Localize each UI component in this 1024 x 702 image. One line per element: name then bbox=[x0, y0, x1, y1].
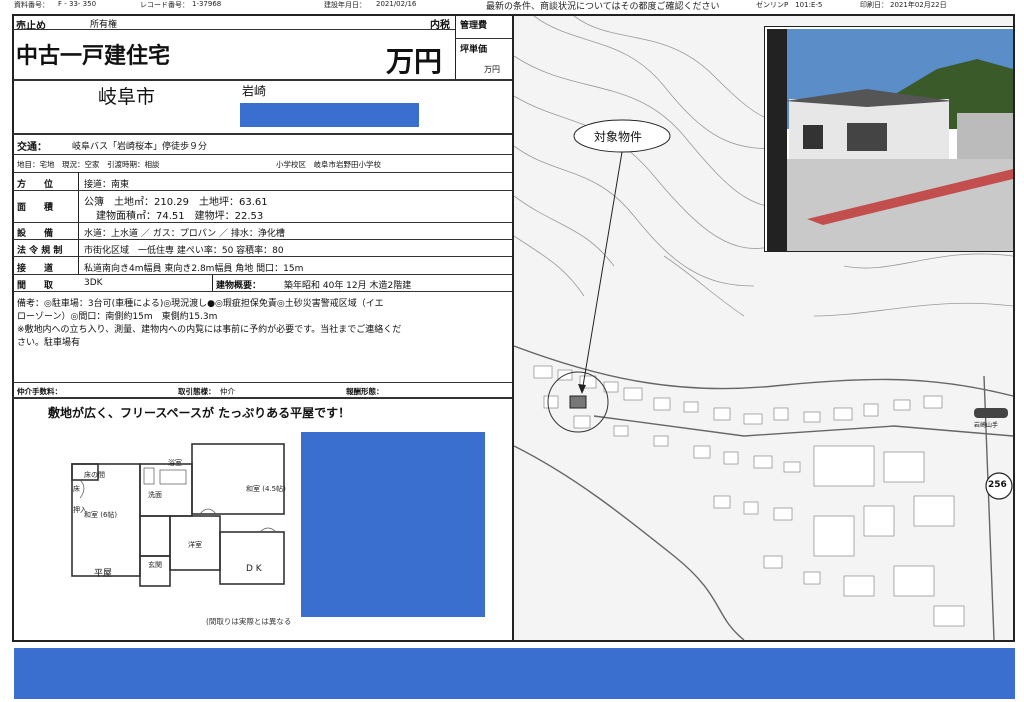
school-district: 小学校区 岐阜市岩野田小学校 bbox=[276, 160, 381, 169]
layout-label: 間 取 bbox=[17, 281, 54, 291]
fee-column-divider bbox=[455, 14, 456, 80]
record-number: 1-37968 bbox=[192, 0, 222, 8]
room-label-washroom: 洗面 bbox=[148, 491, 162, 499]
price-unit: 万円 bbox=[386, 45, 443, 78]
room-label-toko: 床 bbox=[73, 485, 80, 493]
rule bbox=[13, 172, 512, 173]
rule bbox=[13, 133, 512, 135]
room-label-oshiire: 押入 bbox=[73, 506, 87, 514]
notice-text: 最新の条件、商談状況についてはその都度ご確認ください bbox=[486, 2, 720, 12]
doc-number-label: 資料番号： bbox=[14, 1, 49, 9]
room-label-bath: 浴室 bbox=[168, 459, 182, 467]
rule bbox=[212, 275, 213, 291]
road-label: 接 道 bbox=[17, 264, 54, 274]
redaction-photo-block bbox=[301, 432, 485, 617]
area-line-1: 公簿 土地㎡：210.29 土地坪：63.61 bbox=[84, 197, 268, 208]
rule bbox=[13, 79, 512, 81]
rule bbox=[13, 382, 512, 383]
rule bbox=[455, 38, 512, 39]
map-route-number: 256 bbox=[988, 480, 1007, 490]
label-column-divider bbox=[78, 172, 79, 275]
record-number-label: レコード番号： bbox=[140, 1, 189, 9]
mgmt-fee-label: 管理費 bbox=[460, 21, 488, 31]
remarks-line-3: ※敷地内への立ち入り、測量、建物内への内覧には事前に予約が必要です。当社までご連… bbox=[17, 325, 402, 335]
direction-value: 接道：南東 bbox=[84, 180, 130, 190]
road-value: 私道南向き4m幅員 東向き2.8m幅員 角地 間口：15m bbox=[84, 264, 304, 274]
reward-label: 報酬形態： bbox=[346, 387, 384, 396]
rule bbox=[13, 291, 512, 292]
registered-date: 2021/02/16 bbox=[376, 0, 417, 8]
property-photo bbox=[767, 29, 1013, 251]
floorplan-caption: 平屋 bbox=[94, 569, 113, 579]
area-label: 面 積 bbox=[17, 203, 54, 213]
zenrin-ref: ゼンリンP 101:E-5 bbox=[756, 1, 823, 9]
floorplan-note: (間取りは実際とは異なる bbox=[206, 617, 292, 626]
facility-value: 水道：上水道 ／ ガス：プロパン ／ 排水：浄化槽 bbox=[84, 229, 285, 239]
area-line-2: 建物面積㎡：74.51 建物坪：22.53 bbox=[96, 211, 264, 222]
remarks-line-1: 備考：◎駐車場：3台可(車種による)◎現況渡し●◎瑕疵担保免責◎土砂災害警戒区域… bbox=[17, 299, 384, 309]
doc-number: F - 33- 350 bbox=[58, 0, 97, 8]
redaction-footer bbox=[14, 648, 1015, 699]
building-value: 築年昭和 40年 12月 木造2階建 bbox=[284, 281, 412, 291]
city-name: 岐阜市 bbox=[98, 86, 156, 108]
rule bbox=[13, 190, 512, 191]
remarks-line-4: さい。駐車場有 bbox=[17, 338, 81, 348]
transaction-label: 取引態様： bbox=[178, 387, 216, 396]
print-date: 2021年02月22日 bbox=[890, 1, 947, 9]
tsubo-price-unit: 万円 bbox=[484, 65, 500, 74]
transaction-value: 仲介 bbox=[220, 387, 235, 396]
registered-date-label: 建設年月日： bbox=[324, 1, 366, 9]
broker-fee-label: 仲介手数料： bbox=[17, 387, 62, 396]
law-label: 法 令 規 制 bbox=[17, 246, 63, 256]
district-name: 岩崎 bbox=[242, 84, 267, 98]
rule bbox=[13, 256, 512, 257]
layout-value: 3DK bbox=[84, 278, 103, 288]
facility-label: 設 備 bbox=[17, 229, 54, 239]
rule bbox=[13, 397, 512, 399]
direction-label: 方 位 bbox=[17, 180, 54, 190]
rule bbox=[13, 274, 512, 275]
tsubo-price-label: 坪単価 bbox=[460, 45, 488, 55]
room-label-western: 洋室 bbox=[188, 541, 202, 549]
room-label-tokonoma: 床の間 bbox=[84, 471, 105, 479]
property-type: 中古一戸建住宅 bbox=[16, 44, 171, 69]
room-label-dk: D K bbox=[246, 564, 262, 574]
rule bbox=[13, 154, 512, 155]
room-label-entrance: 玄関 bbox=[148, 561, 162, 569]
print-date-label: 印刷日： bbox=[860, 1, 888, 9]
law-value: 市街化区域 一低住専 建ぺい率：50 容積率：80 bbox=[84, 246, 284, 256]
rule bbox=[13, 239, 512, 240]
transport-value: 岐阜バス「岩崎桜本」停徒歩９分 bbox=[72, 142, 208, 152]
room-label-washitsu-6: 和室 (6帖) bbox=[84, 511, 118, 519]
transport-label: 交通： bbox=[17, 142, 47, 153]
room-label-washitsu-45: 和室 (4.5帖) bbox=[246, 485, 286, 493]
rule bbox=[13, 222, 512, 223]
floorplan-headline: 敷地が広く、フリースペースが たっぷりある平屋です！ bbox=[48, 406, 351, 420]
rule bbox=[13, 29, 455, 30]
map-target-label: 対象物件 bbox=[594, 130, 643, 144]
remarks-line-2: ローゾーン）◎間口：南側約15m 東側約15.3m bbox=[17, 312, 218, 322]
property-photo-frame bbox=[764, 26, 1014, 252]
redaction-address bbox=[240, 103, 419, 127]
building-label: 建物概要： bbox=[216, 281, 262, 291]
map-bus-stop: 岩崎山手 bbox=[974, 422, 999, 429]
land-info: 地目：宅地 現況：空家 引渡時期：相談 bbox=[17, 160, 160, 169]
